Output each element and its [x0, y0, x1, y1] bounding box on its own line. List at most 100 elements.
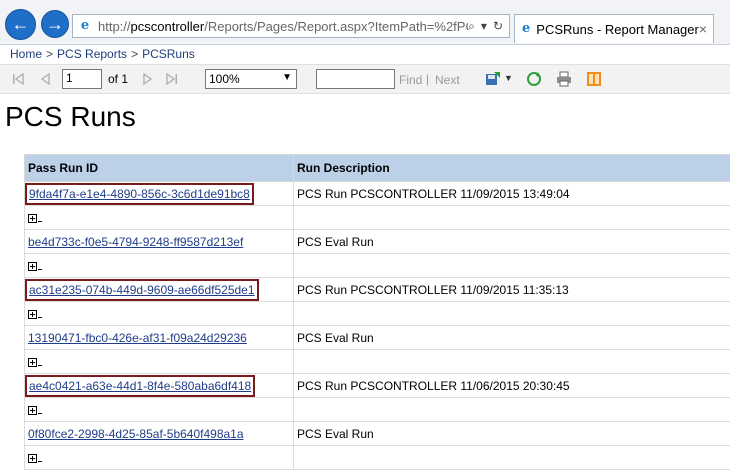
report-toolbar: 1 of 1 100% ▼ Find | Next ▼: [0, 64, 730, 94]
pass-run-id-cell: ae4c0421-a63e-44d1-8f4e-580aba6df418: [25, 374, 294, 398]
empty-cell: [294, 302, 730, 326]
breadcrumb-separator: >: [131, 47, 138, 61]
table-body: 9fda4f7a-e1e4-4890-856c-3c6d1de91bc8 PCS …: [25, 182, 730, 470]
previous-page-icon[interactable]: [38, 71, 54, 87]
column-header-pass-run-id: Pass Run ID: [25, 155, 294, 182]
find-separator: |: [426, 72, 429, 86]
table-row: ac31e235-074b-449d-9609-ae66df525de1 PCS …: [25, 278, 730, 302]
expander-line: [38, 221, 42, 222]
breadcrumb-home[interactable]: Home: [10, 47, 42, 61]
table-row: be4d733c-f0e5-4794-9248-ff9587d213ef PCS …: [25, 230, 730, 254]
empty-cell: [294, 254, 730, 278]
run-description-cell: PCS Run PCSCONTROLLER 11/09/2015 11:35:1…: [294, 278, 730, 302]
expand-plus-icon[interactable]: [28, 358, 37, 367]
expander-line: [38, 365, 42, 366]
tab-title: PCSRuns - Report Manager: [536, 22, 699, 37]
expand-plus-icon[interactable]: [28, 406, 37, 415]
run-description-cell: PCS Run PCSCONTROLLER 11/06/2015 20:30:4…: [294, 374, 730, 398]
pass-run-id-cell: 9fda4f7a-e1e4-4890-856c-3c6d1de91bc8: [25, 182, 294, 206]
pass-run-id-cell: be4d733c-f0e5-4794-9248-ff9587d213ef: [25, 230, 294, 254]
find-link[interactable]: Find: [399, 73, 422, 87]
expander-cell: [25, 446, 294, 470]
expander-row: [25, 398, 730, 422]
last-page-icon[interactable]: [164, 71, 180, 87]
browser-chrome: ← → e http://pcscontroller/Reports/Pages…: [0, 0, 730, 45]
table-row: 0f80fce2-2998-4d25-85af-5b640f498a1a PCS …: [25, 422, 730, 446]
search-icon[interactable]: ⌕: [468, 19, 475, 34]
expand-plus-icon[interactable]: [28, 262, 37, 271]
back-button[interactable]: ←: [5, 9, 36, 40]
breadcrumb: Home > PCS Reports > PCSRuns: [10, 47, 195, 61]
chevron-down-icon: ▼: [282, 72, 292, 83]
expander-line: [38, 413, 42, 414]
pass-run-id-cell: ac31e235-074b-449d-9609-ae66df525de1: [25, 278, 294, 302]
breadcrumb-pcs-reports[interactable]: PCS Reports: [57, 47, 127, 61]
url-path: /Reports/Pages/Report.aspx?ItemPath=%2fP…: [204, 19, 468, 34]
zoom-select[interactable]: 100% ▼: [205, 69, 297, 89]
pass-run-id-link[interactable]: ac31e235-074b-449d-9609-ae66df525de1: [28, 282, 256, 298]
ie-tab-icon: e: [522, 22, 530, 36]
pass-run-id-link[interactable]: ae4c0421-a63e-44d1-8f4e-580aba6df418: [28, 378, 252, 394]
breadcrumb-pcsruns[interactable]: PCSRuns: [142, 47, 195, 61]
url-prefix: http://: [98, 19, 131, 34]
expander-row: [25, 206, 730, 230]
expander-cell: [25, 254, 294, 278]
first-page-icon[interactable]: [10, 71, 26, 87]
page-number-input[interactable]: 1: [62, 69, 102, 89]
export-dropdown-icon[interactable]: ▼: [504, 73, 513, 83]
refresh-report-icon[interactable]: [526, 71, 542, 87]
empty-cell: [294, 350, 730, 374]
expander-cell: [25, 206, 294, 230]
dropdown-arrow-icon[interactable]: ▾: [481, 19, 487, 33]
pass-run-id-link[interactable]: 0f80fce2-2998-4d25-85af-5b640f498a1a: [28, 427, 244, 441]
export-icon[interactable]: [485, 71, 501, 87]
pass-run-id-cell: 0f80fce2-2998-4d25-85af-5b640f498a1a: [25, 422, 294, 446]
arrow-left-icon: ←: [12, 14, 30, 35]
expander-row: [25, 302, 730, 326]
print-icon[interactable]: [556, 71, 572, 87]
empty-cell: [294, 398, 730, 422]
expand-plus-icon[interactable]: [28, 214, 37, 223]
expander-row: [25, 446, 730, 470]
table-header-row: Pass Run ID Run Description: [25, 155, 730, 182]
pass-run-id-link[interactable]: be4d733c-f0e5-4794-9248-ff9587d213ef: [28, 235, 243, 249]
pass-run-id-link[interactable]: 13190471-fbc0-426e-af31-f09a24d29236: [28, 331, 247, 345]
browser-tab[interactable]: e PCSRuns - Report Manager ×: [514, 14, 714, 43]
empty-cell: [294, 446, 730, 470]
next-page-icon[interactable]: [139, 71, 155, 87]
forward-button[interactable]: →: [41, 10, 69, 38]
expander-line: [38, 317, 42, 318]
page-count-label: of 1: [108, 72, 128, 86]
run-description-cell: PCS Run PCSCONTROLLER 11/09/2015 13:49:0…: [294, 182, 730, 206]
pass-run-id-link[interactable]: 9fda4f7a-e1e4-4890-856c-3c6d1de91bc8: [28, 186, 251, 202]
expander-cell: [25, 302, 294, 326]
close-tab-icon[interactable]: ×: [699, 21, 707, 37]
report-table: Pass Run ID Run Description 9fda4f7a-e1e…: [24, 154, 730, 470]
expander-line: [38, 269, 42, 270]
column-header-run-description: Run Description: [294, 155, 730, 182]
arrow-right-icon: →: [46, 14, 64, 35]
run-description-cell: PCS Eval Run: [294, 422, 730, 446]
expand-plus-icon[interactable]: [28, 454, 37, 463]
address-bar[interactable]: e http://pcscontroller/Reports/Pages/Rep…: [72, 14, 510, 38]
run-description-cell: PCS Eval Run: [294, 230, 730, 254]
empty-cell: [294, 206, 730, 230]
expander-row: [25, 350, 730, 374]
expander-cell: [25, 350, 294, 374]
run-description-cell: PCS Eval Run: [294, 326, 730, 350]
report-title: PCS Runs: [5, 101, 136, 133]
refresh-icon[interactable]: ↻: [493, 19, 503, 33]
url-host: pcscontroller: [131, 19, 205, 34]
data-feed-icon[interactable]: [586, 71, 602, 87]
table-row: 9fda4f7a-e1e4-4890-856c-3c6d1de91bc8 PCS …: [25, 182, 730, 206]
expander-line: [38, 461, 42, 462]
find-next-link[interactable]: Next: [435, 73, 460, 87]
expander-row: [25, 254, 730, 278]
url-text[interactable]: http://pcscontroller/Reports/Pages/Repor…: [98, 19, 468, 34]
pass-run-id-cell: 13190471-fbc0-426e-af31-f09a24d29236: [25, 326, 294, 350]
expand-plus-icon[interactable]: [28, 310, 37, 319]
breadcrumb-separator: >: [46, 47, 53, 61]
zoom-value: 100%: [209, 72, 240, 86]
table-row: ae4c0421-a63e-44d1-8f4e-580aba6df418 PCS …: [25, 374, 730, 398]
find-input[interactable]: [316, 69, 395, 89]
